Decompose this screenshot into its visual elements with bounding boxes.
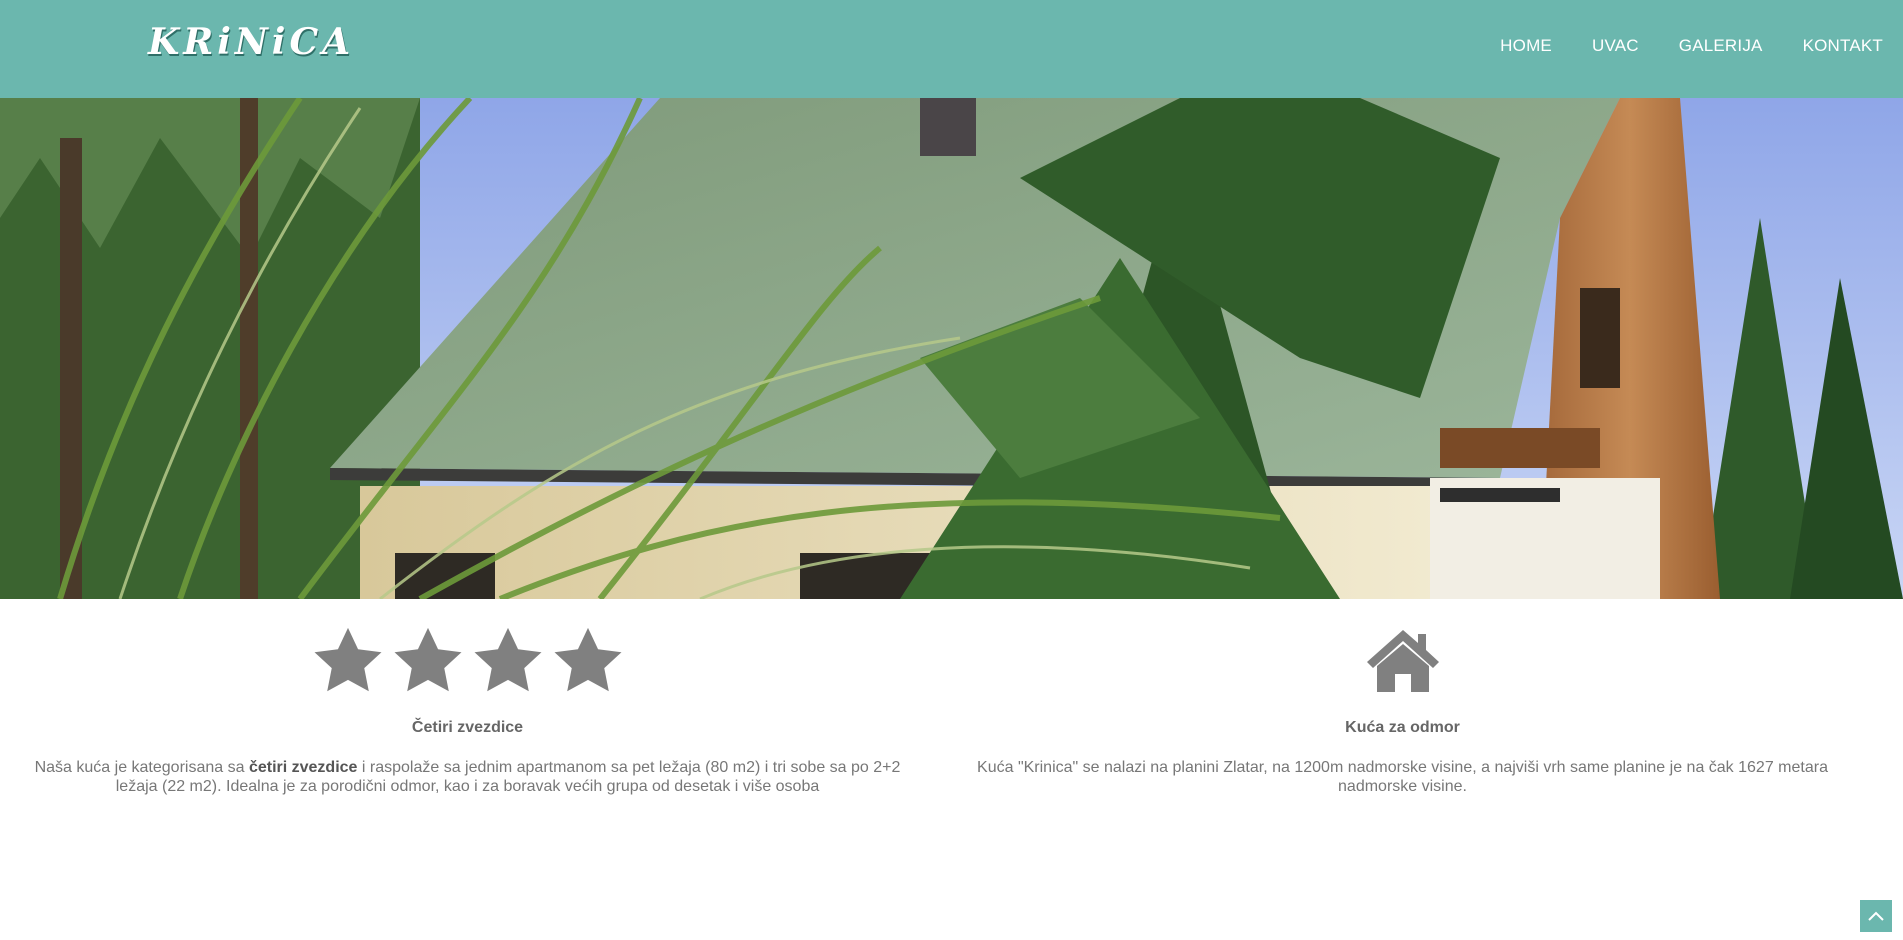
nav-link-home[interactable]: HOME: [1480, 36, 1572, 56]
site-header: KRiNiCA HOME UVAC GALERIJA KONTAKT: [0, 0, 1903, 98]
nav-link-uvac[interactable]: UVAC: [1572, 36, 1659, 56]
hero-image: [0, 98, 1903, 599]
site-logo[interactable]: KRiNiCA: [148, 18, 354, 66]
description-text: Naša kuća je kategorisana sa: [34, 759, 249, 776]
house-icon: [1366, 630, 1439, 692]
house-icon-wrap: [935, 620, 1870, 702]
star-icon: [474, 627, 541, 692]
star-icon: [314, 627, 381, 692]
nav-link-galerija[interactable]: GALERIJA: [1659, 36, 1783, 56]
feature-description: Naša kuća je kategorisana sa četiri zvez…: [28, 758, 908, 796]
star-icon: [554, 627, 621, 692]
main-nav: HOME UVAC GALERIJA KONTAKT: [1480, 36, 1883, 56]
feature-four-stars: Četiri zvezdice Naša kuća je kategorisan…: [0, 620, 935, 796]
star-icon: [394, 627, 461, 692]
feature-description: Kuća "Krinica" se nalazi na planini Zlat…: [977, 759, 1828, 795]
chevron-up-icon: [1868, 911, 1884, 921]
star-rating: [0, 620, 935, 702]
scroll-to-top-button[interactable]: [1860, 900, 1892, 932]
feature-vacation-house: Kuća za odmor Kuća "Krinica" se nalazi n…: [935, 620, 1870, 796]
feature-title: Četiri zvezdice: [411, 719, 524, 736]
description-bold: četiri zvezdice: [248, 759, 358, 776]
nav-link-kontakt[interactable]: KONTAKT: [1783, 36, 1883, 56]
feature-title: Kuća za odmor: [1345, 719, 1460, 736]
logo-text: KRiNiCA: [148, 21, 355, 63]
